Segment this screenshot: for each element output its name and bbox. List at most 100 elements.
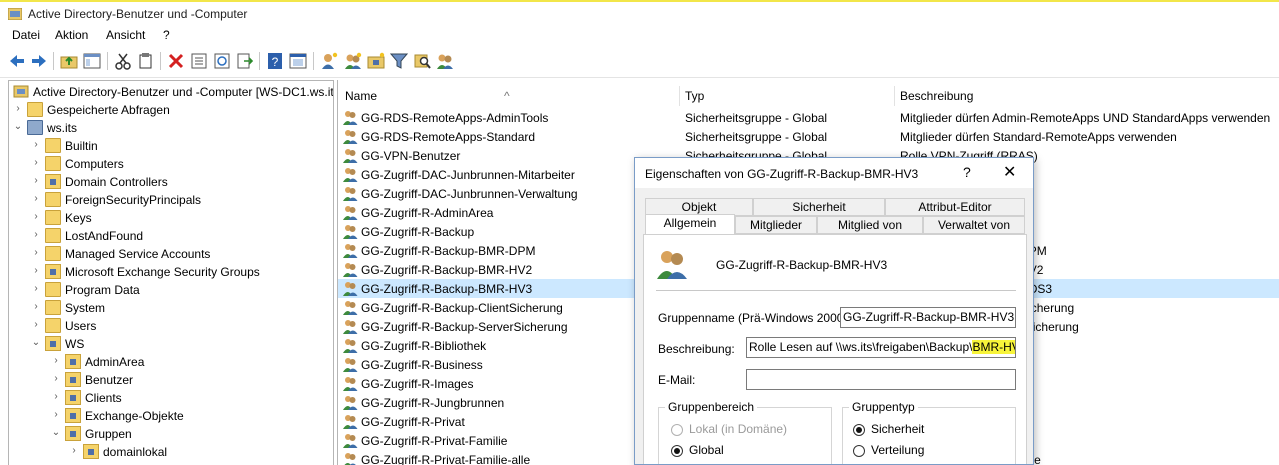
tab-mitglieder[interactable]: Mitglieder: [735, 216, 817, 234]
expand-icon[interactable]: ›: [51, 409, 61, 421]
tree-item[interactable]: ⌄ Gruppen: [9, 425, 333, 443]
folder-icon: [45, 282, 61, 297]
email-field[interactable]: [746, 369, 1016, 390]
expand-icon[interactable]: ›: [31, 157, 41, 169]
tab-mitglied-von[interactable]: Mitglied von: [817, 216, 923, 234]
expand-icon[interactable]: ›: [51, 355, 61, 367]
description-field[interactable]: Rolle Lesen auf \\ws.its\freigaben\Backu…: [746, 337, 1016, 358]
filter-icon[interactable]: [390, 52, 408, 70]
properties-icon[interactable]: [190, 52, 208, 70]
expand-icon[interactable]: ›: [51, 373, 61, 385]
tree-item[interactable]: › Computers: [9, 155, 333, 173]
type-distribution-radio[interactable]: [853, 445, 865, 457]
menu-datei[interactable]: Datei: [12, 28, 40, 42]
collapse-icon[interactable]: ⌄: [13, 121, 23, 133]
expand-icon[interactable]: ›: [51, 391, 61, 403]
security-group-icon: [342, 337, 358, 353]
tree-item[interactable]: › Builtin: [9, 137, 333, 155]
expand-icon[interactable]: ›: [31, 229, 41, 241]
expand-icon[interactable]: ›: [31, 139, 41, 151]
collapse-icon[interactable]: ⌄: [31, 337, 41, 349]
security-group-icon: [342, 375, 358, 391]
new-user-icon[interactable]: [320, 52, 338, 70]
find-icon[interactable]: [413, 52, 431, 70]
tree-item[interactable]: › AdminArea: [9, 353, 333, 371]
refresh-icon[interactable]: [213, 52, 231, 70]
folder-icon: [45, 210, 61, 225]
up-folder-icon[interactable]: [60, 52, 78, 70]
properties-dialog[interactable]: Eigenschaften von GG-Zugriff-R-Backup-BM…: [634, 157, 1034, 465]
tree-item[interactable]: › Gespeicherte Abfragen: [9, 101, 333, 119]
expand-icon[interactable]: ›: [31, 175, 41, 187]
expand-icon[interactable]: ›: [13, 103, 23, 115]
type-security-label[interactable]: Sicherheit: [871, 422, 924, 436]
column-header-name[interactable]: Name: [345, 89, 377, 103]
row-name-cell: GG-Zugriff-R-Backup-BMR-HV3: [361, 282, 533, 296]
menu-ansicht[interactable]: Ansicht: [106, 28, 145, 42]
dialog-help-button[interactable]: ?: [963, 164, 971, 180]
column-header-description[interactable]: Beschreibung: [900, 89, 973, 103]
expand-icon[interactable]: ›: [31, 247, 41, 259]
dialog-close-button[interactable]: ✕: [1003, 162, 1016, 182]
column-separator[interactable]: [679, 86, 680, 106]
tab-attribut-editor[interactable]: Attribut-Editor: [885, 198, 1025, 216]
security-group-icon: [342, 109, 358, 125]
tab-sicherheit[interactable]: Sicherheit: [753, 198, 885, 216]
row-name-cell: GG-Zugriff-DAC-Junbrunnen-Verwaltung: [361, 187, 578, 201]
tree-item[interactable]: › Program Data: [9, 281, 333, 299]
expand-icon[interactable]: ›: [31, 265, 41, 277]
expand-icon[interactable]: ›: [31, 319, 41, 331]
table-row[interactable]: GG-RDS-RemoteApps-Standard Sicherheitsgru…: [338, 127, 1279, 146]
delete-icon[interactable]: [167, 52, 185, 70]
sort-ascending-icon: ^: [504, 89, 510, 103]
tree-item[interactable]: › Exchange-Objekte: [9, 407, 333, 425]
show-tree-icon[interactable]: [83, 52, 101, 70]
column-header-type[interactable]: Typ: [685, 89, 704, 103]
expand-icon[interactable]: ›: [69, 445, 79, 457]
tree-item[interactable]: › ForeignSecurityPrincipals: [9, 191, 333, 209]
tree-item[interactable]: › Benutzer: [9, 371, 333, 389]
cut-icon[interactable]: [114, 52, 132, 70]
tree-item[interactable]: ⌄ WS: [9, 335, 333, 353]
tree-root[interactable]: Active Directory-Benutzer und -Computer …: [9, 83, 333, 101]
tree-item[interactable]: › Keys: [9, 209, 333, 227]
help-icon[interactable]: ?: [266, 52, 284, 70]
forward-icon[interactable]: [30, 52, 48, 70]
expand-icon[interactable]: ›: [31, 283, 41, 295]
column-separator[interactable]: [894, 86, 895, 106]
menu-aktion[interactable]: Aktion: [55, 28, 88, 42]
scope-global-radio[interactable]: [671, 445, 683, 457]
copy-icon[interactable]: [137, 52, 155, 70]
tree-item[interactable]: › Managed Service Accounts: [9, 245, 333, 263]
tab-verwaltet-von[interactable]: Verwaltet von: [923, 216, 1025, 234]
tab-allgemein[interactable]: Allgemein: [645, 214, 735, 234]
tree-item[interactable]: › LostAndFound: [9, 227, 333, 245]
tree-item[interactable]: ⌄ ws.its: [9, 119, 333, 137]
table-row[interactable]: GG-RDS-RemoteApps-AdminTools Sicherheitsg…: [338, 108, 1279, 127]
tree-item[interactable]: › Clients: [9, 389, 333, 407]
back-icon[interactable]: [8, 52, 26, 70]
collapse-icon[interactable]: ⌄: [51, 427, 61, 439]
security-group-icon: [342, 280, 358, 296]
scope-global-label[interactable]: Global: [689, 443, 724, 457]
prewin-name-field[interactable]: GG-Zugriff-R-Backup-BMR-HV3: [840, 307, 1016, 328]
expand-icon[interactable]: ›: [31, 301, 41, 313]
tree-item[interactable]: › Domain Controllers: [9, 173, 333, 191]
expand-icon[interactable]: ›: [31, 193, 41, 205]
tree-item[interactable]: › domainlokal: [9, 443, 333, 461]
console-icon[interactable]: [289, 52, 307, 70]
export-icon[interactable]: [236, 52, 254, 70]
tree-item[interactable]: › Microsoft Exchange Security Groups: [9, 263, 333, 281]
add-to-group-icon[interactable]: [436, 52, 454, 70]
menu-help[interactable]: ?: [163, 28, 170, 42]
new-ou-icon[interactable]: [367, 52, 385, 70]
ou-folder-icon: [65, 390, 81, 405]
tree-item[interactable]: › Users: [9, 317, 333, 335]
type-distribution-label[interactable]: Verteilung: [871, 443, 924, 457]
tree-pane[interactable]: Active Directory-Benutzer und -Computer …: [8, 80, 334, 465]
expand-icon[interactable]: ›: [31, 211, 41, 223]
tree-item[interactable]: › System: [9, 299, 333, 317]
description-value-highlight: BMR-HV3: [972, 340, 1015, 354]
type-security-radio[interactable]: [853, 424, 865, 436]
new-group-icon[interactable]: [344, 52, 362, 70]
